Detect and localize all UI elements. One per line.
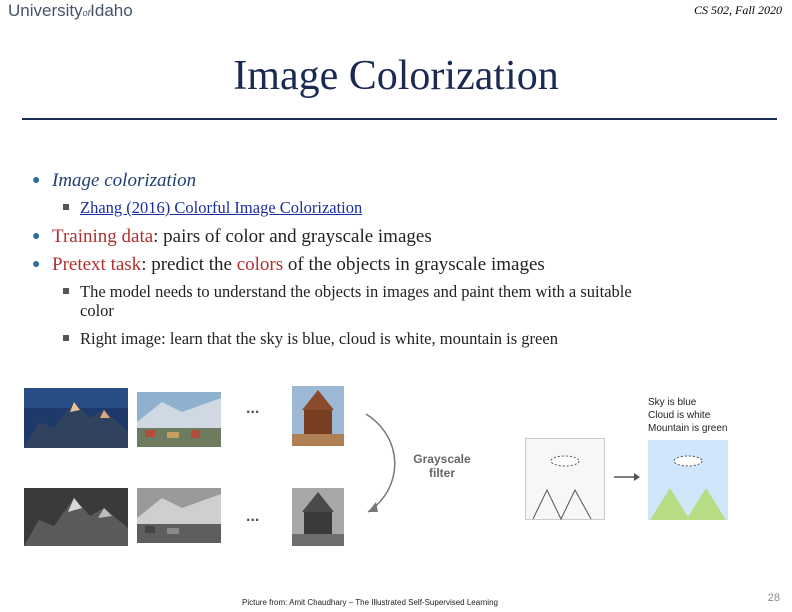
bullet-dot-icon: ●	[32, 257, 41, 272]
sub-bullet-model-understanding: The model needs to understand the object…	[63, 282, 770, 320]
training-data-text: : pairs of color and grayscale images	[153, 226, 432, 247]
pretext-text-mid: : predict the	[141, 254, 237, 275]
sub-bullet-text: Right image: learn that the sky is blue,…	[80, 329, 558, 348]
grayscale-cartoon-panel	[525, 438, 605, 520]
sub-bullet-zhang: Zhang (2016) Colorful Image Colorization	[63, 198, 362, 218]
photo-color-temple	[292, 386, 344, 446]
sub-bullet-square-icon	[63, 204, 69, 210]
title-divider	[22, 118, 777, 120]
sub-bullet-text-line1: The model needs to understand the object…	[80, 282, 632, 301]
colorize-arrow	[614, 473, 640, 481]
photo-gray-mountain	[24, 488, 128, 546]
sub-bullet-right-image: Right image: learn that the sky is blue,…	[63, 329, 558, 349]
picture-credit: Picture from: Amit Chaudhary – The Illus…	[242, 598, 498, 607]
bullet-pretext-task: ● Pretext task: predict the colors of th…	[32, 254, 545, 276]
note-cloud: Cloud is white	[648, 410, 711, 421]
photo-gray-village	[137, 488, 221, 543]
ellipsis-top: ...	[246, 400, 260, 417]
logo-text-university: University	[8, 1, 83, 20]
sub-bullet-square-icon	[63, 335, 69, 341]
sub-bullet-square-icon	[63, 288, 69, 294]
bullet-dot-icon: ●	[32, 229, 41, 244]
bullet-text: Image colorization	[52, 170, 197, 191]
colors-term: colors	[236, 254, 284, 275]
note-sky: Sky is blue	[648, 397, 697, 408]
bullet-dot-icon: ●	[32, 173, 41, 188]
logo-text-of: of	[82, 8, 91, 18]
bullet-image-colorization: ● Image colorization	[32, 170, 197, 192]
filter-label-line1: Grayscale	[413, 452, 471, 466]
sub-bullet-text-line2: color	[80, 301, 114, 320]
pretext-task-term: Pretext task	[52, 254, 142, 275]
photo-gray-temple	[292, 488, 344, 546]
colorized-cartoon-panel	[648, 440, 728, 520]
note-mountain: Mountain is green	[648, 423, 728, 434]
bullet-training-data: ● Training data: pairs of color and gray…	[32, 226, 432, 248]
photo-color-village	[137, 392, 221, 447]
filter-label-line2: filter	[428, 466, 455, 480]
ellipsis-bottom: ...	[246, 508, 260, 525]
photo-color-mountain	[24, 388, 128, 448]
training-data-term: Training data	[52, 226, 154, 247]
logo-text-idaho: Idaho	[90, 1, 133, 20]
course-label: CS 502, Fall 2020	[693, 3, 782, 17]
color-notes: Sky is blue Cloud is white Mountain is g…	[648, 396, 728, 435]
grayscale-filter-label: Grayscale filter	[402, 452, 482, 480]
zhang-paper-link[interactable]: Zhang (2016) Colorful Image Colorization	[80, 198, 362, 217]
slide-title: Image Colorization	[233, 53, 559, 99]
pretext-text-rest: of the objects in grayscale images	[283, 254, 545, 275]
university-logo: UniversityofIdaho	[8, 1, 133, 21]
page-number: 28	[767, 592, 780, 604]
